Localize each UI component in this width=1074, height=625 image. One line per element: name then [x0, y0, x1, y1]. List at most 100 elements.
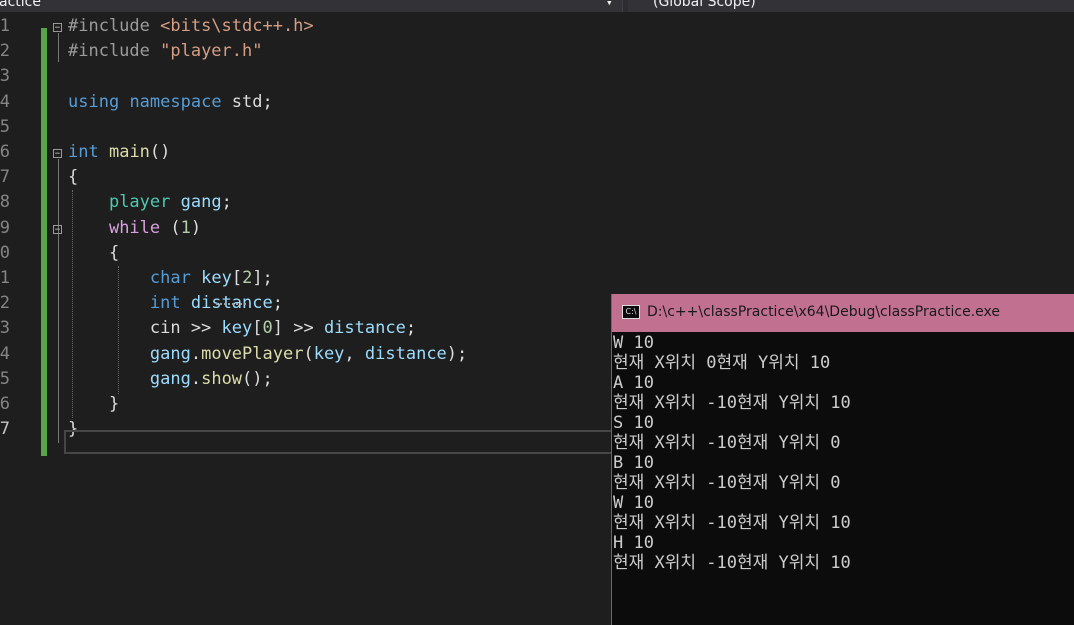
line-number: 5 — [0, 116, 10, 137]
code-token: . — [190, 343, 202, 364]
line-number: 4 — [0, 343, 10, 364]
line-number: 9 — [0, 217, 10, 238]
project-dropdown[interactable]: actice ▾ — [0, 0, 623, 12]
code-token: #include — [68, 16, 161, 36]
code-token: show — [201, 368, 243, 389]
intellisense-hint-squiggle — [216, 300, 246, 305]
line-number: 8 — [0, 192, 10, 213]
fold-line — [58, 159, 59, 443]
indent-guide — [118, 266, 119, 394]
code-line[interactable]: 6 int main() — [0, 140, 1074, 165]
code-token: { — [68, 167, 79, 188]
console-line: 현재 X위치 -10현재 Y위치 0 — [613, 473, 841, 493]
code-token: (); — [242, 368, 273, 389]
code-line[interactable]: 7{ — [0, 165, 1074, 190]
line-number: 1 — [0, 16, 10, 36]
code-token: <bits\stdc++.h> — [160, 16, 314, 36]
code-token: distance — [364, 343, 447, 364]
line-number: 2 — [0, 293, 10, 314]
code-token: gang — [149, 368, 191, 389]
code-text: { — [68, 165, 78, 190]
code-token: #include — [68, 41, 161, 62]
console-line: 현재 X위치 -10현재 Y위치 10 — [613, 513, 851, 533]
code-token: "player.h" — [160, 41, 263, 62]
indent-guide — [72, 190, 73, 418]
code-line[interactable]: 2 #include "player.h" — [0, 39, 1074, 64]
code-token: , — [344, 343, 365, 364]
code-line[interactable]: 4 using namespace std; — [0, 90, 1074, 115]
console-title-bar[interactable]: C:\ D:\c++\classPractice\x64\Debug\class… — [612, 294, 1074, 332]
console-window[interactable]: C:\ D:\c++\classPractice\x64\Debug\class… — [611, 294, 1074, 625]
code-token: gang — [149, 343, 191, 364]
code-token: ( — [303, 343, 314, 364]
collapse-while-icon[interactable]: − — [53, 225, 62, 235]
code-line[interactable]: 8 player gang; — [0, 190, 1074, 215]
scope-dropdown[interactable]: (Global Scope) — [628, 0, 1074, 12]
line-number: 7 — [0, 167, 10, 188]
console-line: 현재 X위치 -10현재 Y위치 10 — [613, 553, 851, 573]
line-number: 6 — [0, 394, 10, 414]
code-token: ( — [160, 217, 181, 238]
console-line: 현재 X위치 0현재 Y위치 10 — [613, 353, 831, 373]
code-text: while (1) — [68, 216, 201, 241]
line-number: 3 — [0, 66, 10, 87]
console-line: 현재 X위치 -10현재 Y위치 10 — [613, 393, 851, 413]
code-token: std; — [221, 91, 273, 112]
code-line[interactable]: 0 { — [0, 241, 1074, 266]
code-token: key — [221, 318, 253, 339]
code-text: #include <bits\stdc++.h> — [68, 14, 314, 39]
code-text: int main() — [68, 140, 170, 165]
project-dropdown-label: actice — [0, 0, 41, 10]
code-token: ) — [190, 217, 202, 238]
code-token: () — [149, 142, 171, 162]
code-token: distance — [323, 318, 406, 339]
code-line[interactable]: 3 — [0, 64, 1074, 89]
line-number: 2 — [0, 41, 10, 62]
code-token: ]; — [252, 268, 273, 288]
collapse-include-icon[interactable]: − — [53, 23, 62, 33]
console-line: B 10 — [613, 453, 654, 473]
code-text: #include "player.h" — [68, 39, 262, 64]
console-line: W 10 — [613, 493, 654, 513]
collapse-main-icon[interactable]: − — [53, 149, 62, 159]
code-text: } — [68, 392, 119, 417]
code-text: cin >> key[0] >> distance; — [68, 316, 416, 341]
code-line[interactable]: 9 while (1) — [0, 216, 1074, 241]
code-text: { — [68, 241, 119, 266]
code-token: . — [190, 368, 202, 389]
line-number: 6 — [0, 142, 10, 162]
code-token: int — [149, 293, 181, 314]
code-token: key — [201, 268, 232, 288]
chevron-down-icon[interactable]: ▾ — [606, 0, 613, 9]
code-line[interactable]: 1 #include <bits\stdc++.h> — [0, 14, 1074, 39]
code-text: int distance; — [68, 291, 283, 316]
console-line: 현재 X위치 -10현재 Y위치 0 — [613, 433, 841, 453]
code-token: char — [149, 268, 191, 288]
code-token: int — [68, 142, 99, 162]
line-number: 3 — [0, 318, 10, 339]
line-number: 0 — [0, 242, 10, 263]
console-title: D:\c++\classPractice\x64\Debug\classPrac… — [647, 304, 1001, 320]
code-line[interactable]: 5 — [0, 115, 1074, 140]
line-number: 5 — [0, 368, 10, 389]
console-line: H 10 — [613, 533, 654, 553]
console-output[interactable]: W 10 현재 X위치 0현재 Y위치 10 A 10 현재 X위치 -10현재 Y위… — [613, 333, 851, 573]
code-token: 1 — [180, 217, 191, 238]
console-line: A 10 — [613, 373, 654, 393]
code-token: 0 — [262, 318, 273, 339]
code-token: using — [68, 91, 120, 112]
code-token: [ — [252, 318, 263, 339]
code-line[interactable]: 1 char key[2]; — [0, 266, 1074, 291]
code-text: using namespace std; — [68, 90, 273, 115]
fold-line — [58, 33, 59, 62]
code-text: gang.show(); — [68, 367, 273, 392]
